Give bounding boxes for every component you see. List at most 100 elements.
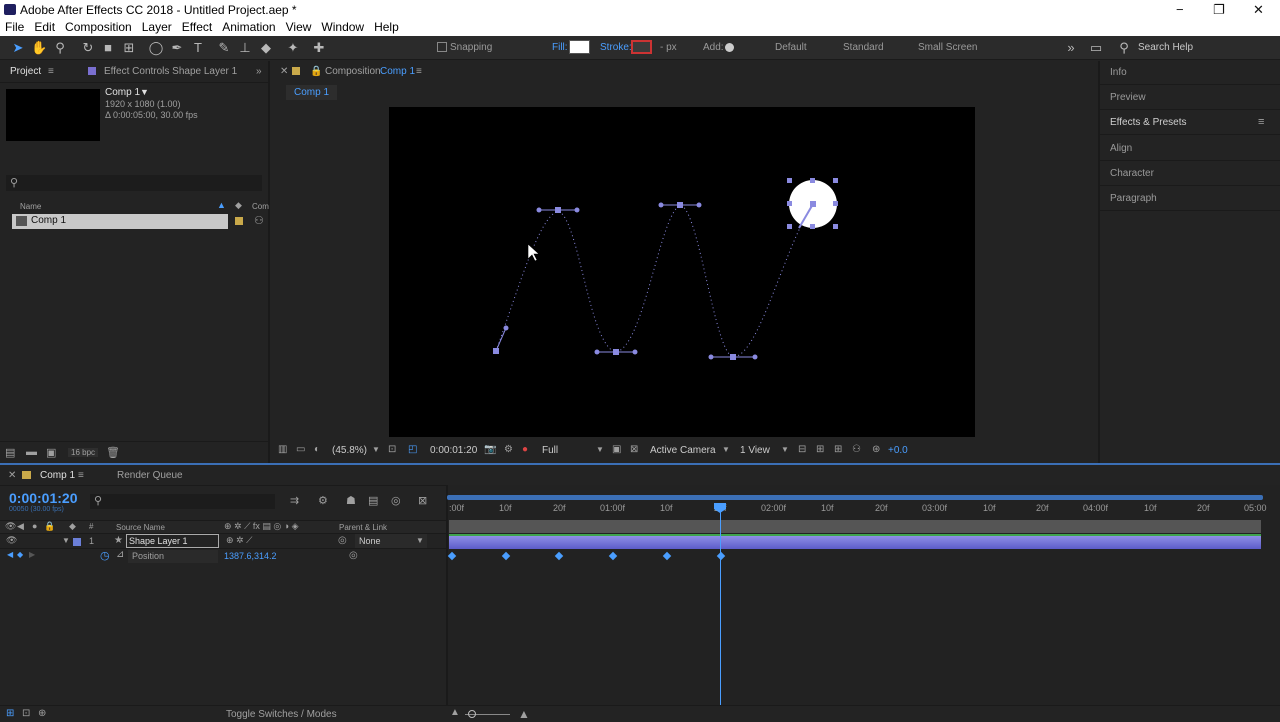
project-row[interactable]: Comp 1: [12, 214, 228, 229]
column-name[interactable]: Name: [20, 202, 41, 211]
stopwatch-icon[interactable]: ◷: [100, 549, 110, 562]
snapping-checkbox[interactable]: [437, 42, 447, 52]
close-tab-icon[interactable]: ✕: [280, 66, 288, 77]
composition-canvas[interactable]: [389, 107, 975, 437]
search-help-input[interactable]: Search Help: [1138, 42, 1193, 53]
label-color-swatch[interactable]: [235, 217, 243, 225]
chevron-down-icon[interactable]: ▼: [416, 536, 424, 545]
channel-icon[interactable]: ●: [522, 444, 528, 455]
menu-effect[interactable]: Effect: [177, 19, 217, 36]
in-out-icon[interactable]: ⊕: [38, 708, 46, 719]
transform-handle[interactable]: [787, 224, 792, 229]
project-search-input[interactable]: ⚲: [6, 175, 262, 191]
render-time-icon[interactable]: ⊞: [6, 708, 14, 719]
handle-point[interactable]: [696, 202, 702, 208]
layer-duration-bar[interactable]: [449, 534, 1261, 549]
add-keyframe-icon[interactable]: ◆: [17, 550, 23, 559]
tab-timeline-comp[interactable]: Comp 1: [40, 470, 75, 481]
label-icon[interactable]: ◆: [69, 521, 76, 532]
layer-name[interactable]: Shape Layer 1: [126, 534, 219, 548]
workspace-overflow-icon[interactable]: »: [1063, 40, 1079, 56]
motion-blur-icon[interactable]: ◎: [391, 494, 401, 507]
tab-composition[interactable]: Composition: [325, 66, 381, 77]
panel-effects-presets[interactable]: Effects & Presets: [1110, 117, 1280, 128]
flowchart-icon[interactable]: ⚇: [852, 444, 861, 455]
prev-keyframe-icon[interactable]: ◀: [7, 550, 13, 559]
panel-menu-icon[interactable]: ≡: [416, 66, 422, 77]
clone-stamp-tool-icon[interactable]: ⊥: [237, 40, 253, 56]
column-source-name[interactable]: Source Name: [116, 523, 165, 532]
tangent-handle[interactable]: [495, 327, 507, 352]
add-label[interactable]: Add:: [703, 42, 724, 53]
transparency-grid-icon[interactable]: ◰: [408, 444, 417, 455]
panel-info[interactable]: Info: [1110, 67, 1280, 78]
handle-point[interactable]: [503, 325, 509, 331]
motion-path[interactable]: [495, 203, 814, 358]
layer-switches[interactable]: ⊕ ✲ ⟋: [226, 535, 252, 546]
zoom-in-icon[interactable]: ▲: [518, 707, 530, 721]
transform-handle[interactable]: [833, 201, 838, 206]
toggle-mask-icon[interactable]: ⊠: [630, 444, 638, 455]
current-time-indicator[interactable]: [720, 505, 721, 717]
anchor-point[interactable]: [810, 201, 816, 207]
show-snapshot-icon[interactable]: ⚙: [504, 444, 513, 455]
menu-file[interactable]: File: [0, 19, 29, 36]
time-ruler[interactable]: :00f 10f 20f 01:00f 10f 20f 02:00f 10f 2…: [449, 503, 1277, 517]
camera-tool-icon[interactable]: ■: [100, 40, 116, 56]
roto-brush-tool-icon[interactable]: ✦: [285, 40, 301, 56]
menu-view[interactable]: View: [281, 19, 317, 36]
expand-transfer-icon[interactable]: ⊡: [22, 708, 30, 719]
hide-shy-layers-icon[interactable]: ☗: [346, 494, 356, 507]
audio-icon[interactable]: ◀: [17, 521, 24, 532]
restore-button[interactable]: ❐: [1213, 2, 1225, 18]
monitor-icon[interactable]: ▭: [296, 444, 305, 455]
flowchart-icon[interactable]: ⚇: [254, 214, 264, 227]
workspace-default[interactable]: Default: [775, 42, 807, 53]
menu-animation[interactable]: Animation: [217, 19, 280, 36]
view-layout-dropdown[interactable]: 1 View: [740, 445, 770, 456]
workspace-standard[interactable]: Standard: [843, 42, 884, 53]
keyframe-vertex[interactable]: [493, 348, 499, 354]
close-button[interactable]: ✕: [1253, 2, 1264, 18]
draft-3d-icon[interactable]: ⊞: [816, 444, 824, 455]
panel-menu-icon[interactable]: ≡: [1258, 116, 1264, 128]
transform-handle[interactable]: [810, 224, 815, 229]
new-folder-icon[interactable]: ▬: [26, 446, 37, 458]
workspace-small-screen[interactable]: Small Screen: [918, 42, 977, 53]
handle-point[interactable]: [632, 349, 638, 355]
lock-icon[interactable]: 🔒: [310, 66, 322, 77]
sync-settings-icon[interactable]: ▭: [1088, 40, 1104, 56]
solo-icon[interactable]: ●: [32, 521, 37, 531]
handle-point[interactable]: [536, 207, 542, 213]
chevron-down-icon[interactable]: ▼: [781, 445, 789, 454]
lock-icon[interactable]: 🔒: [44, 521, 55, 532]
dropdown-icon[interactable]: ▼: [140, 87, 149, 97]
expand-twirl-icon[interactable]: ▼: [62, 536, 70, 545]
draft-3d-icon[interactable]: ⚙: [318, 494, 328, 507]
close-tab-icon[interactable]: ✕: [8, 470, 16, 481]
tab-effect-controls[interactable]: Effect Controls Shape Layer 1: [104, 66, 237, 77]
current-time[interactable]: 0:00:01:20: [430, 445, 477, 456]
graph-editor-icon[interactable]: ⊠: [418, 494, 427, 507]
selection-tool-icon[interactable]: ➤: [10, 40, 26, 56]
zoom-slider-handle[interactable]: [468, 710, 476, 718]
position-value[interactable]: 1387.6,314.2: [224, 551, 277, 561]
transform-handle[interactable]: [833, 178, 838, 183]
fast-preview-icon[interactable]: ▣: [612, 444, 621, 455]
transform-handle[interactable]: [810, 178, 815, 183]
column-comment[interactable]: Com: [252, 202, 269, 211]
ellipse-tool-icon[interactable]: ◯: [148, 40, 164, 56]
next-keyframe-icon[interactable]: ▶: [29, 550, 35, 559]
stroke-swatch[interactable]: [631, 40, 652, 54]
exposure-icon[interactable]: ⊛: [872, 444, 880, 455]
panel-menu-icon[interactable]: ≡: [78, 470, 84, 481]
menu-help[interactable]: Help: [369, 19, 404, 36]
handle-point[interactable]: [594, 349, 600, 355]
menu-composition[interactable]: Composition: [60, 19, 137, 36]
keyframe-vertex[interactable]: [730, 354, 736, 360]
minimize-button[interactable]: −: [1176, 2, 1184, 17]
camera-dropdown[interactable]: Active Camera: [650, 445, 716, 456]
stroke-label[interactable]: Stroke:: [600, 42, 632, 53]
handle-point[interactable]: [574, 207, 580, 213]
pen-tool-icon[interactable]: ✒: [169, 40, 185, 56]
